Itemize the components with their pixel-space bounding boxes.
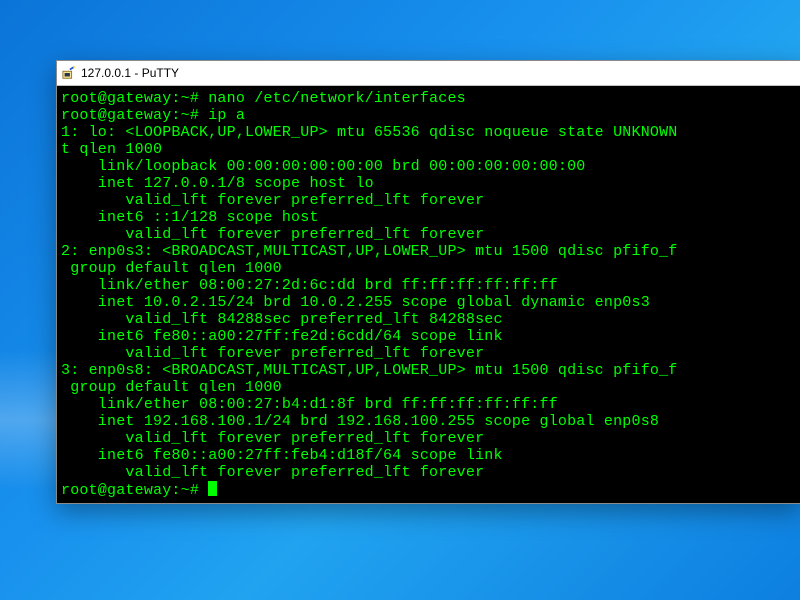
terminal-line: valid_lft forever preferred_lft forever — [61, 226, 797, 243]
terminal-line: valid_lft forever preferred_lft forever — [61, 345, 797, 362]
terminal-line: inet6 fe80::a00:27ff:fe2d:6cdd/64 scope … — [61, 328, 797, 345]
terminal-line: 2: enp0s3: <BROADCAST,MULTICAST,UP,LOWER… — [61, 243, 797, 260]
terminal-line: valid_lft 84288sec preferred_lft 84288se… — [61, 311, 797, 328]
terminal-line: link/ether 08:00:27:b4:d1:8f brd ff:ff:f… — [61, 396, 797, 413]
terminal-line: inet 127.0.0.1/8 scope host lo — [61, 175, 797, 192]
window-title: 127.0.0.1 - PuTTY — [81, 66, 179, 80]
terminal-prompt-line: root@gateway:~# — [61, 481, 797, 499]
terminal-line: root@gateway:~# nano /etc/network/interf… — [61, 90, 797, 107]
terminal-line: link/ether 08:00:27:2d:6c:dd brd ff:ff:f… — [61, 277, 797, 294]
terminal-line: valid_lft forever preferred_lft forever — [61, 430, 797, 447]
terminal-line: valid_lft forever preferred_lft forever — [61, 192, 797, 209]
putty-icon — [61, 65, 77, 81]
terminal-line: link/loopback 00:00:00:00:00:00 brd 00:0… — [61, 158, 797, 175]
terminal-line: root@gateway:~# ip a — [61, 107, 797, 124]
terminal-line: valid_lft forever preferred_lft forever — [61, 464, 797, 481]
terminal-line: inet6 fe80::a00:27ff:feb4:d18f/64 scope … — [61, 447, 797, 464]
window-titlebar[interactable]: 127.0.0.1 - PuTTY — [57, 61, 800, 86]
terminal-line: inet 10.0.2.15/24 brd 10.0.2.255 scope g… — [61, 294, 797, 311]
terminal-line: group default qlen 1000 — [61, 379, 797, 396]
terminal-prompt: root@gateway:~# — [61, 482, 208, 499]
terminal-line: 3: enp0s8: <BROADCAST,MULTICAST,UP,LOWER… — [61, 362, 797, 379]
terminal-line: inet6 ::1/128 scope host — [61, 209, 797, 226]
terminal-cursor — [208, 481, 217, 496]
putty-window: 127.0.0.1 - PuTTY root@gateway:~# nano /… — [56, 60, 800, 504]
terminal-area[interactable]: root@gateway:~# nano /etc/network/interf… — [57, 86, 800, 503]
terminal-line: inet 192.168.100.1/24 brd 192.168.100.25… — [61, 413, 797, 430]
terminal-line: group default qlen 1000 — [61, 260, 797, 277]
terminal-line: 1: lo: <LOOPBACK,UP,LOWER_UP> mtu 65536 … — [61, 124, 797, 141]
terminal-line: t qlen 1000 — [61, 141, 797, 158]
